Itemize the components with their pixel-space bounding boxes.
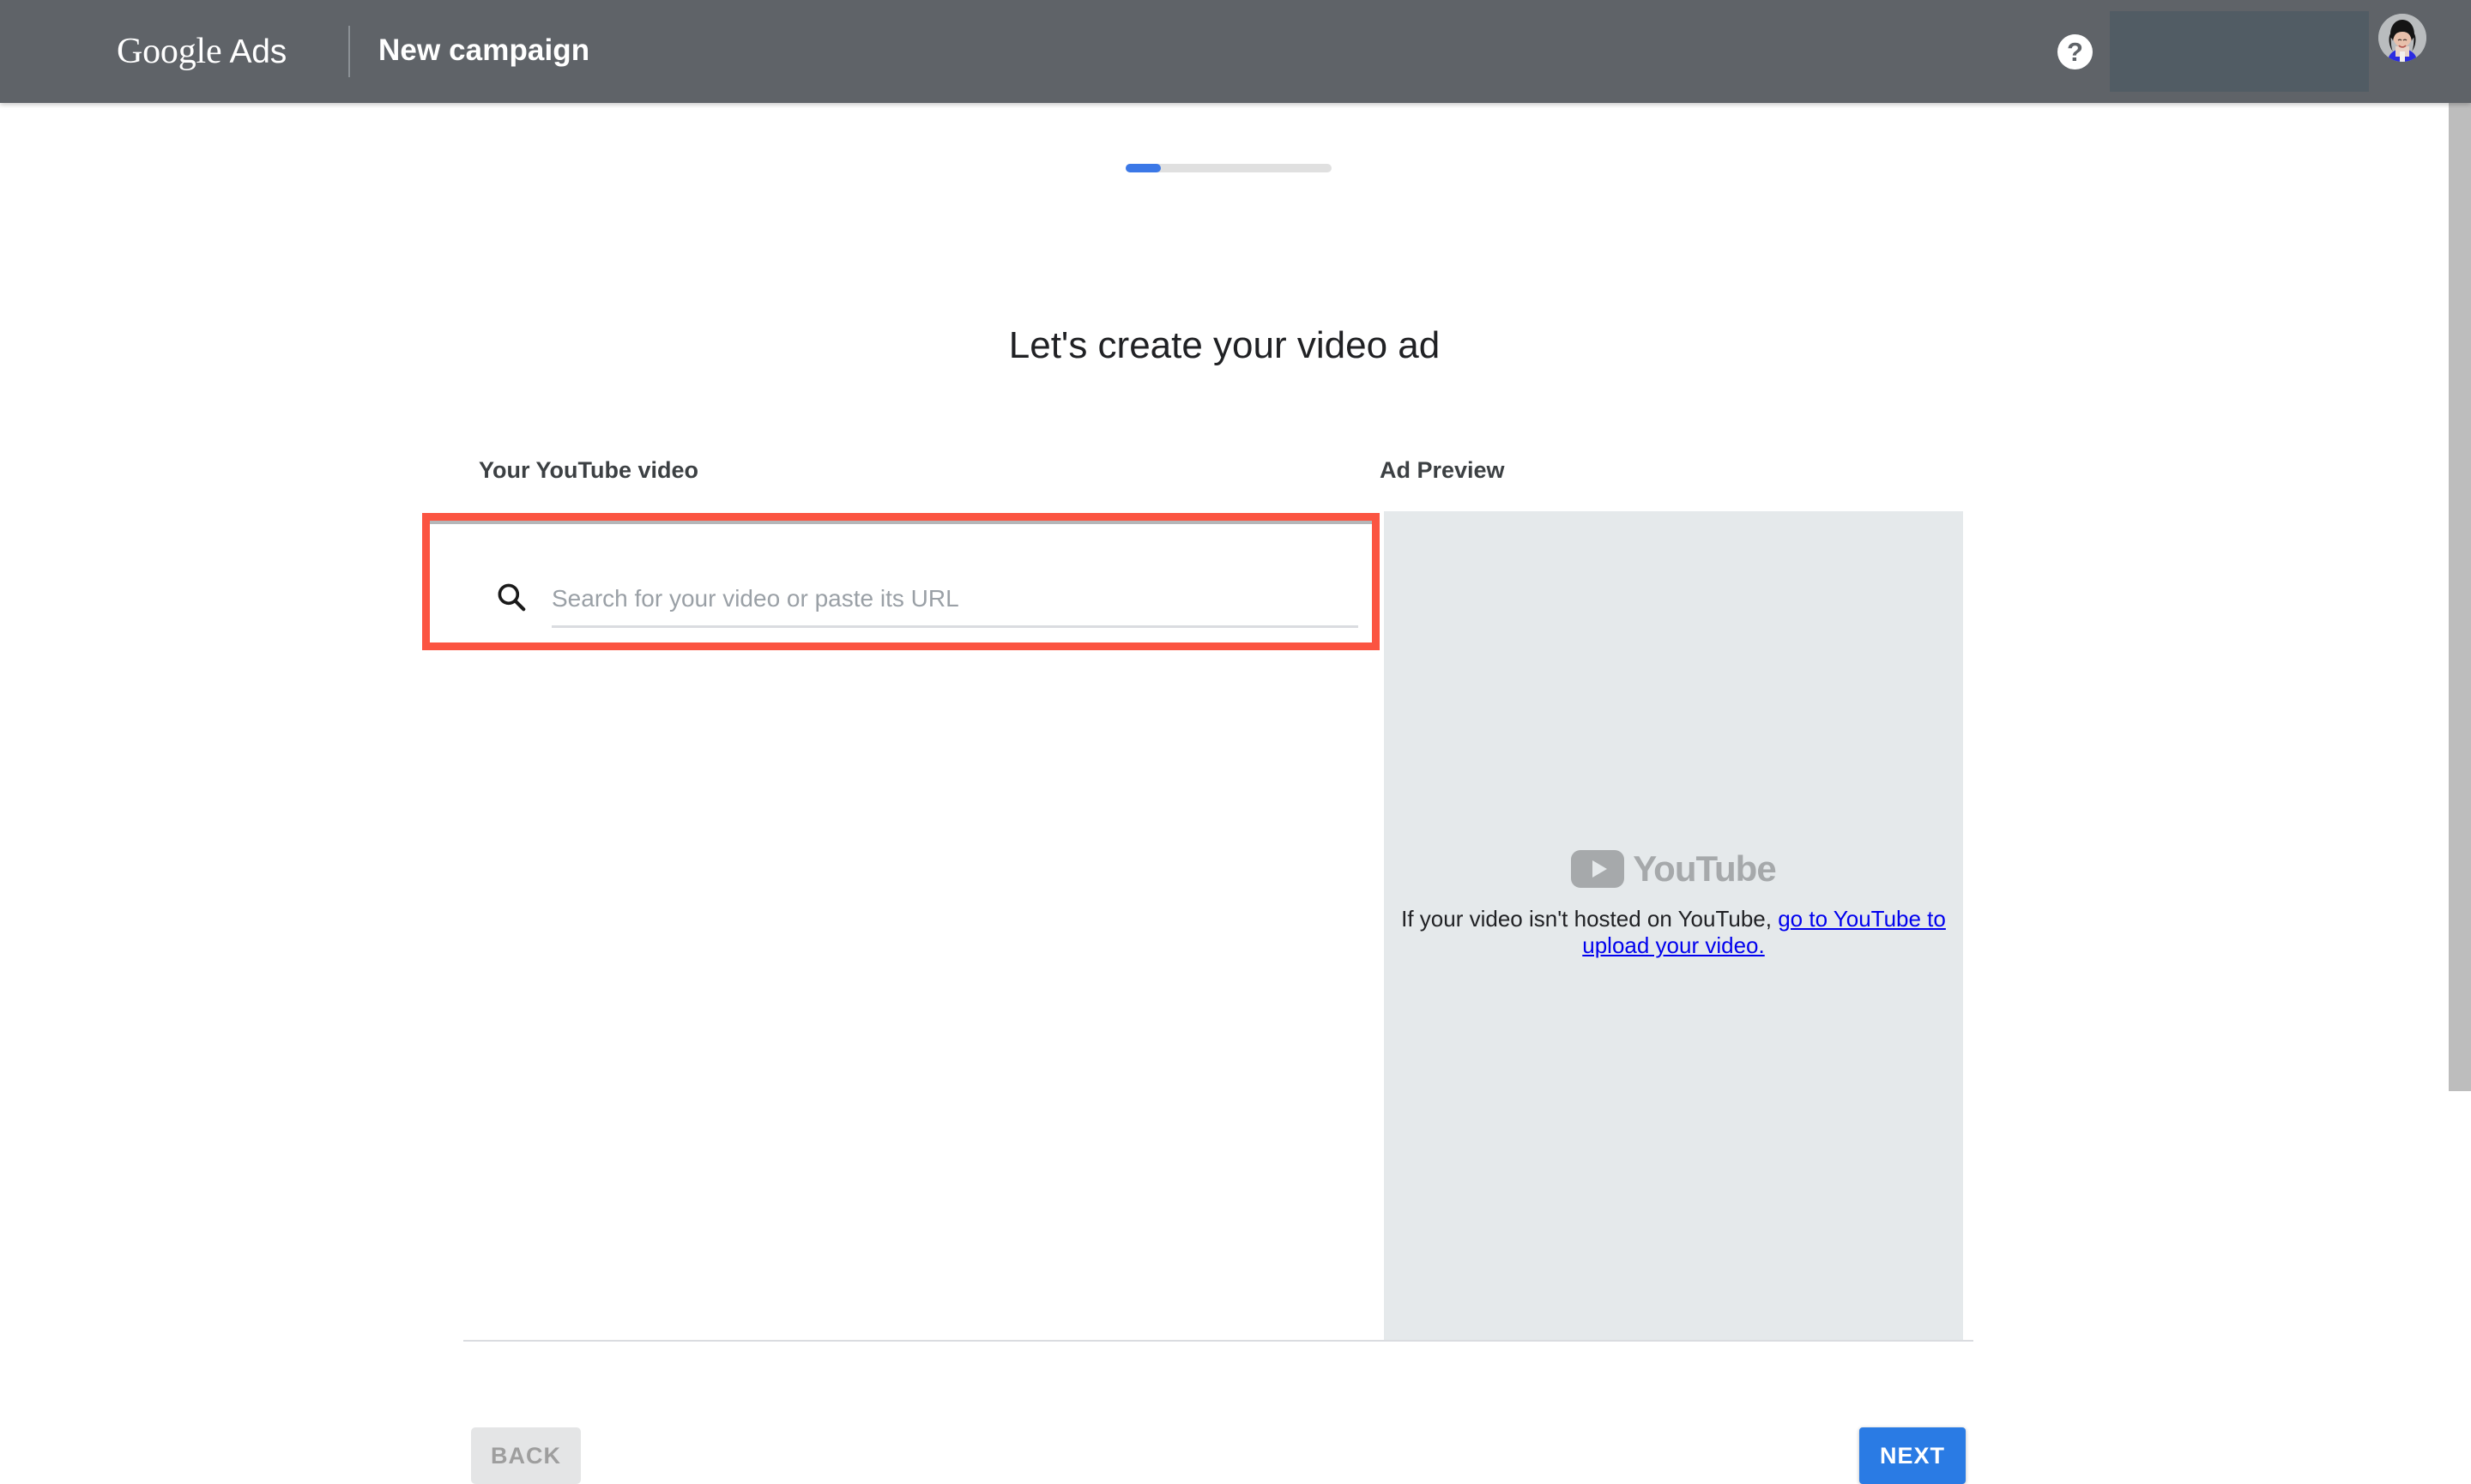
- panel-top-edge-line: [430, 521, 1372, 524]
- google-ads-logo-google: Google: [117, 32, 221, 71]
- youtube-play-triangle: [1592, 860, 1607, 878]
- google-ads-logo-ads: Ads: [229, 33, 287, 70]
- footer-divider: [463, 1340, 1973, 1342]
- video-search-input[interactable]: [552, 577, 1358, 620]
- back-button[interactable]: BACK: [471, 1427, 581, 1484]
- ad-preview-label: Ad Preview: [1380, 455, 1505, 485]
- wizard-progress-fill: [1126, 164, 1161, 172]
- your-youtube-video-label: Your YouTube video: [479, 455, 698, 485]
- video-search-underline: [552, 625, 1358, 628]
- next-button[interactable]: NEXT: [1859, 1427, 1966, 1484]
- page-scrollbar-thumb[interactable]: [2449, 101, 2471, 1091]
- account-info-redacted-block: [2110, 11, 2369, 92]
- wizard-progress-track: [1126, 164, 1332, 172]
- youtube-upload-hint: If your video isn't hosted on YouTube, g…: [1401, 906, 1946, 959]
- top-app-bar: GoogleAds New campaign ?: [0, 0, 2471, 103]
- search-icon: [495, 581, 528, 613]
- page-title: New campaign: [378, 31, 589, 70]
- youtube-play-icon: YouTube: [1384, 850, 1963, 888]
- youtube-wordmark: YouTube: [1633, 850, 1775, 888]
- youtube-upload-hint-text: If your video isn't hosted on YouTube,: [1401, 906, 1778, 932]
- user-avatar-icon[interactable]: [2378, 14, 2426, 62]
- video-search-highlight-box: [422, 513, 1380, 650]
- app-bar-divider: [348, 26, 350, 77]
- help-question-icon[interactable]: ?: [2057, 34, 2093, 69]
- step-heading: Let's create your video ad: [0, 323, 2449, 369]
- campaign-wizard-body: Let's create your video ad Your YouTube …: [0, 103, 2449, 1415]
- ad-preview-panel: YouTube If your video isn't hosted on Yo…: [1384, 511, 1963, 1340]
- youtube-play-badge: [1571, 850, 1624, 888]
- google-ads-logo[interactable]: GoogleAds: [117, 31, 287, 73]
